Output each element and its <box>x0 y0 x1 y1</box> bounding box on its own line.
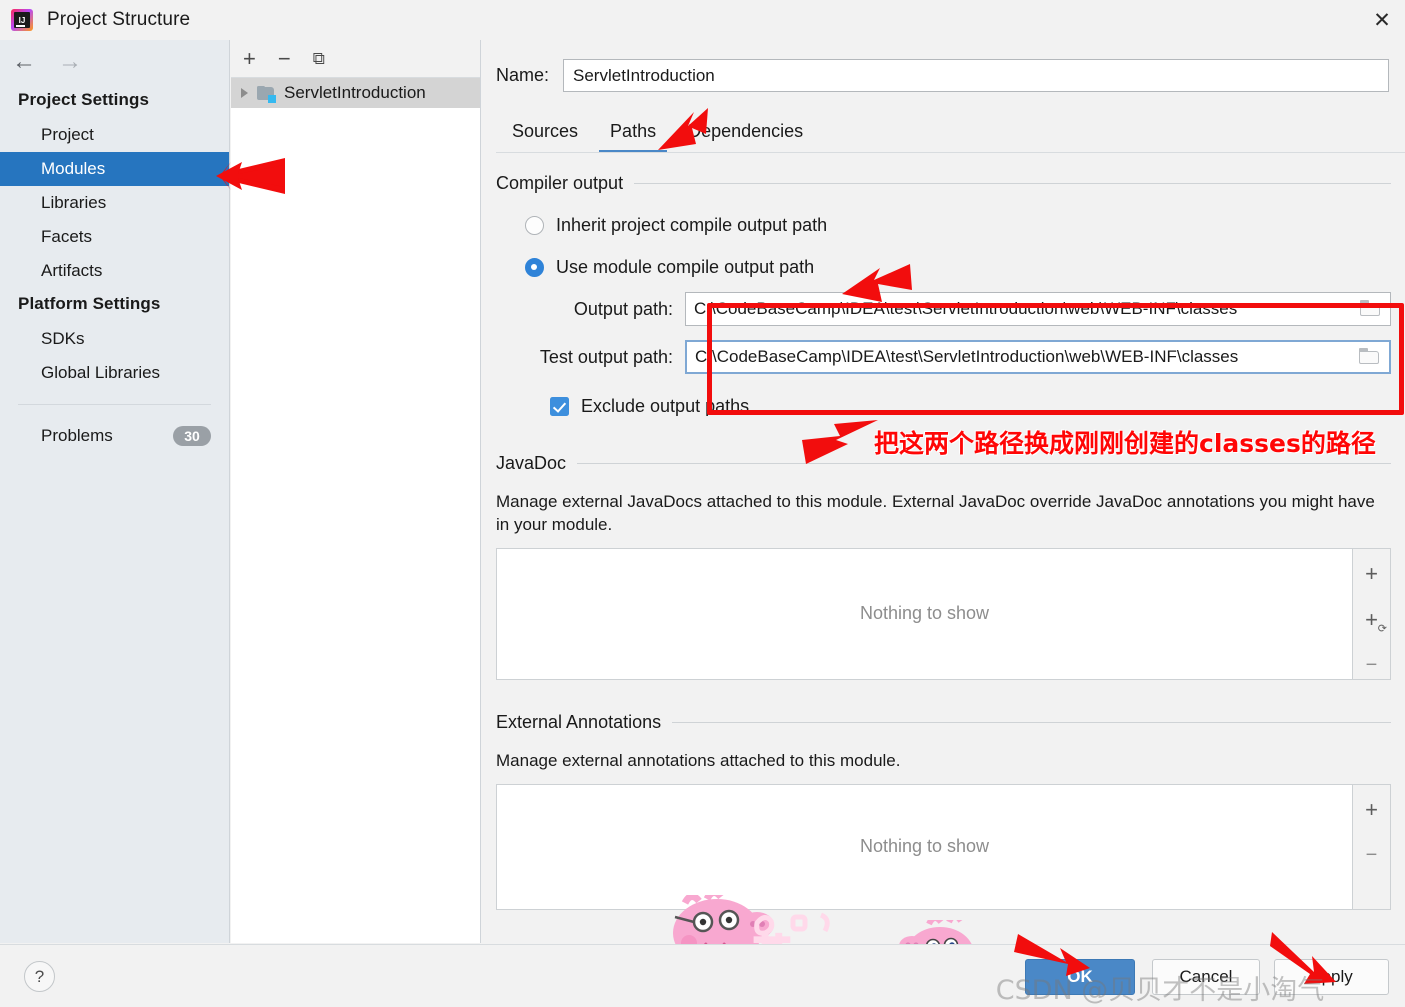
chevron-right-icon[interactable] <box>241 88 248 98</box>
module-tabs: Sources Paths Dependencies <box>496 113 1405 153</box>
sidebar-item-global-libraries[interactable]: Global Libraries <box>0 356 229 390</box>
external-annotations-list-wrap: Nothing to show + − <box>496 783 1391 910</box>
javadoc-group: JavaDoc Manage external JavaDocs attache… <box>496 453 1391 680</box>
compiler-output-header: Compiler output <box>496 173 1391 194</box>
output-path-row: Output path: C:\CodeBaseCamp\IDEA\test\S… <box>496 292 1391 326</box>
browse-folder-icon[interactable] <box>1359 300 1382 318</box>
remove-module-icon[interactable]: − <box>278 47 291 70</box>
add-icon[interactable]: + <box>1365 798 1378 821</box>
module-name-label: Name: <box>496 65 550 85</box>
external-annotations-group: External Annotations Manage external ann… <box>496 712 1391 910</box>
radio-button-unselected-icon[interactable] <box>525 216 544 235</box>
compiler-output-title: Compiler output <box>496 173 624 193</box>
sidebar-item-facets[interactable]: Facets <box>0 220 229 254</box>
tab-paths[interactable]: Paths <box>594 121 672 153</box>
copy-module-icon[interactable]: ⧉ <box>313 50 325 67</box>
module-tree-panel: + − ⧉ ServletIntroduction <box>231 40 481 943</box>
section-header-platform-settings: Platform Settings <box>18 294 161 313</box>
window-titlebar: IJ Project Structure ✕ <box>0 0 1405 40</box>
javadoc-list-wrap: Nothing to show + + − <box>496 547 1391 680</box>
dialog-footer: ? OK Cancel Apply <box>0 944 1405 1007</box>
close-icon[interactable]: ✕ <box>1359 0 1405 40</box>
sidebar-item-problems[interactable]: Problems 30 <box>0 419 229 453</box>
javadoc-header: JavaDoc <box>496 453 1391 474</box>
sidebar-item-project[interactable]: Project <box>0 118 229 152</box>
radio-use-module-label: Use module compile output path <box>556 257 815 277</box>
group-rule <box>577 463 1391 464</box>
external-annotations-title: External Annotations <box>496 711 662 732</box>
module-name-row: Name: <box>482 40 1405 92</box>
problems-count-badge: 30 <box>173 426 211 446</box>
radio-inherit-label: Inherit project compile output path <box>556 215 828 235</box>
problems-label: Problems <box>41 426 113 445</box>
radio-inherit-project-output[interactable]: Inherit project compile output path <box>496 215 1391 236</box>
tab-dependencies[interactable]: Dependencies <box>672 121 819 153</box>
output-path-value: C:\CodeBaseCamp\IDEA\test\ServletIntrodu… <box>694 299 1238 318</box>
tree-node-label: ServletIntroduction <box>284 83 426 102</box>
sidebar-item-libraries[interactable]: Libraries <box>0 186 229 220</box>
add-module-icon[interactable]: + <box>243 47 256 70</box>
tree-node-servletintroduction[interactable]: ServletIntroduction <box>231 78 480 108</box>
output-path-field[interactable]: C:\CodeBaseCamp\IDEA\test\ServletIntrodu… <box>685 292 1391 326</box>
settings-sidebar: ← → Project Settings Project Modules Lib… <box>0 40 230 943</box>
compiler-output-group: Compiler output Inherit project compile … <box>496 173 1391 417</box>
tabs-underline <box>496 152 1405 153</box>
test-output-path-row: Test output path: C:\CodeBaseCamp\IDEA\t… <box>496 340 1391 374</box>
sidebar-item-sdks[interactable]: SDKs <box>0 322 229 356</box>
tab-sources[interactable]: Sources <box>496 121 594 153</box>
help-button[interactable]: ? <box>24 961 55 992</box>
section-header-project-settings: Project Settings <box>18 90 150 109</box>
external-annotations-empty-text: Nothing to show <box>859 836 990 857</box>
browse-folder-icon[interactable] <box>1358 348 1381 366</box>
test-output-path-field[interactable]: C:\CodeBaseCamp\IDEA\test\ServletIntrodu… <box>685 340 1391 374</box>
add-icon[interactable]: + <box>1365 562 1378 585</box>
external-annotations-list-buttons: + − <box>1353 783 1391 910</box>
javadoc-title: JavaDoc <box>496 453 567 473</box>
test-output-path-value: C:\CodeBaseCamp\IDEA\test\ServletIntrodu… <box>695 347 1239 366</box>
exclude-output-paths-checkbox[interactable] <box>550 397 569 416</box>
intellij-idea-icon: IJ <box>11 9 33 31</box>
remove-icon[interactable]: − <box>1366 845 1378 865</box>
sidebar-divider <box>18 404 211 405</box>
back-arrow-icon[interactable]: ← <box>12 50 36 74</box>
sidebar-item-modules[interactable]: Modules <box>0 152 229 186</box>
ok-button[interactable]: OK <box>1025 959 1135 995</box>
module-name-input[interactable] <box>563 59 1389 92</box>
output-path-label: Output path: <box>573 298 673 319</box>
javadoc-empty-text: Nothing to show <box>859 603 990 624</box>
group-rule <box>634 183 1391 184</box>
group-rule <box>672 721 1391 723</box>
external-annotations-list[interactable]: Nothing to show <box>496 783 1353 910</box>
cancel-button[interactable]: Cancel <box>1152 959 1260 995</box>
test-output-path-label: Test output path: <box>539 346 673 367</box>
javadoc-list-buttons: + + − <box>1353 547 1391 680</box>
apply-button[interactable]: Apply <box>1274 959 1389 995</box>
module-folder-icon <box>257 85 276 103</box>
module-settings-panel: Name: Sources Paths Dependencies Compile… <box>482 40 1405 943</box>
external-annotations-header: External Annotations <box>496 712 1391 733</box>
javadoc-description: Manage external JavaDocs attached to thi… <box>496 492 1375 534</box>
radio-use-module-output[interactable]: Use module compile output path <box>496 257 1391 278</box>
exclude-output-paths-row[interactable]: Exclude output paths <box>496 396 1391 417</box>
sidebar-nav-arrows: ← → <box>0 40 229 84</box>
add-download-icon[interactable]: + <box>1365 608 1387 635</box>
forward-arrow-icon[interactable]: → <box>58 50 82 74</box>
module-tree-toolbar: + − ⧉ <box>231 40 480 78</box>
external-annotations-description: Manage external annotations attached to … <box>496 750 901 770</box>
remove-icon[interactable]: − <box>1366 655 1378 675</box>
window-title: Project Structure <box>47 9 191 30</box>
javadoc-list[interactable]: Nothing to show <box>496 547 1353 680</box>
sidebar-item-artifacts[interactable]: Artifacts <box>0 254 229 288</box>
exclude-output-paths-label: Exclude output paths <box>581 396 750 416</box>
radio-button-selected-icon[interactable] <box>525 258 544 277</box>
project-structure-dialog: IJ Project Structure ✕ ← → Project Setti… <box>0 0 1405 1007</box>
